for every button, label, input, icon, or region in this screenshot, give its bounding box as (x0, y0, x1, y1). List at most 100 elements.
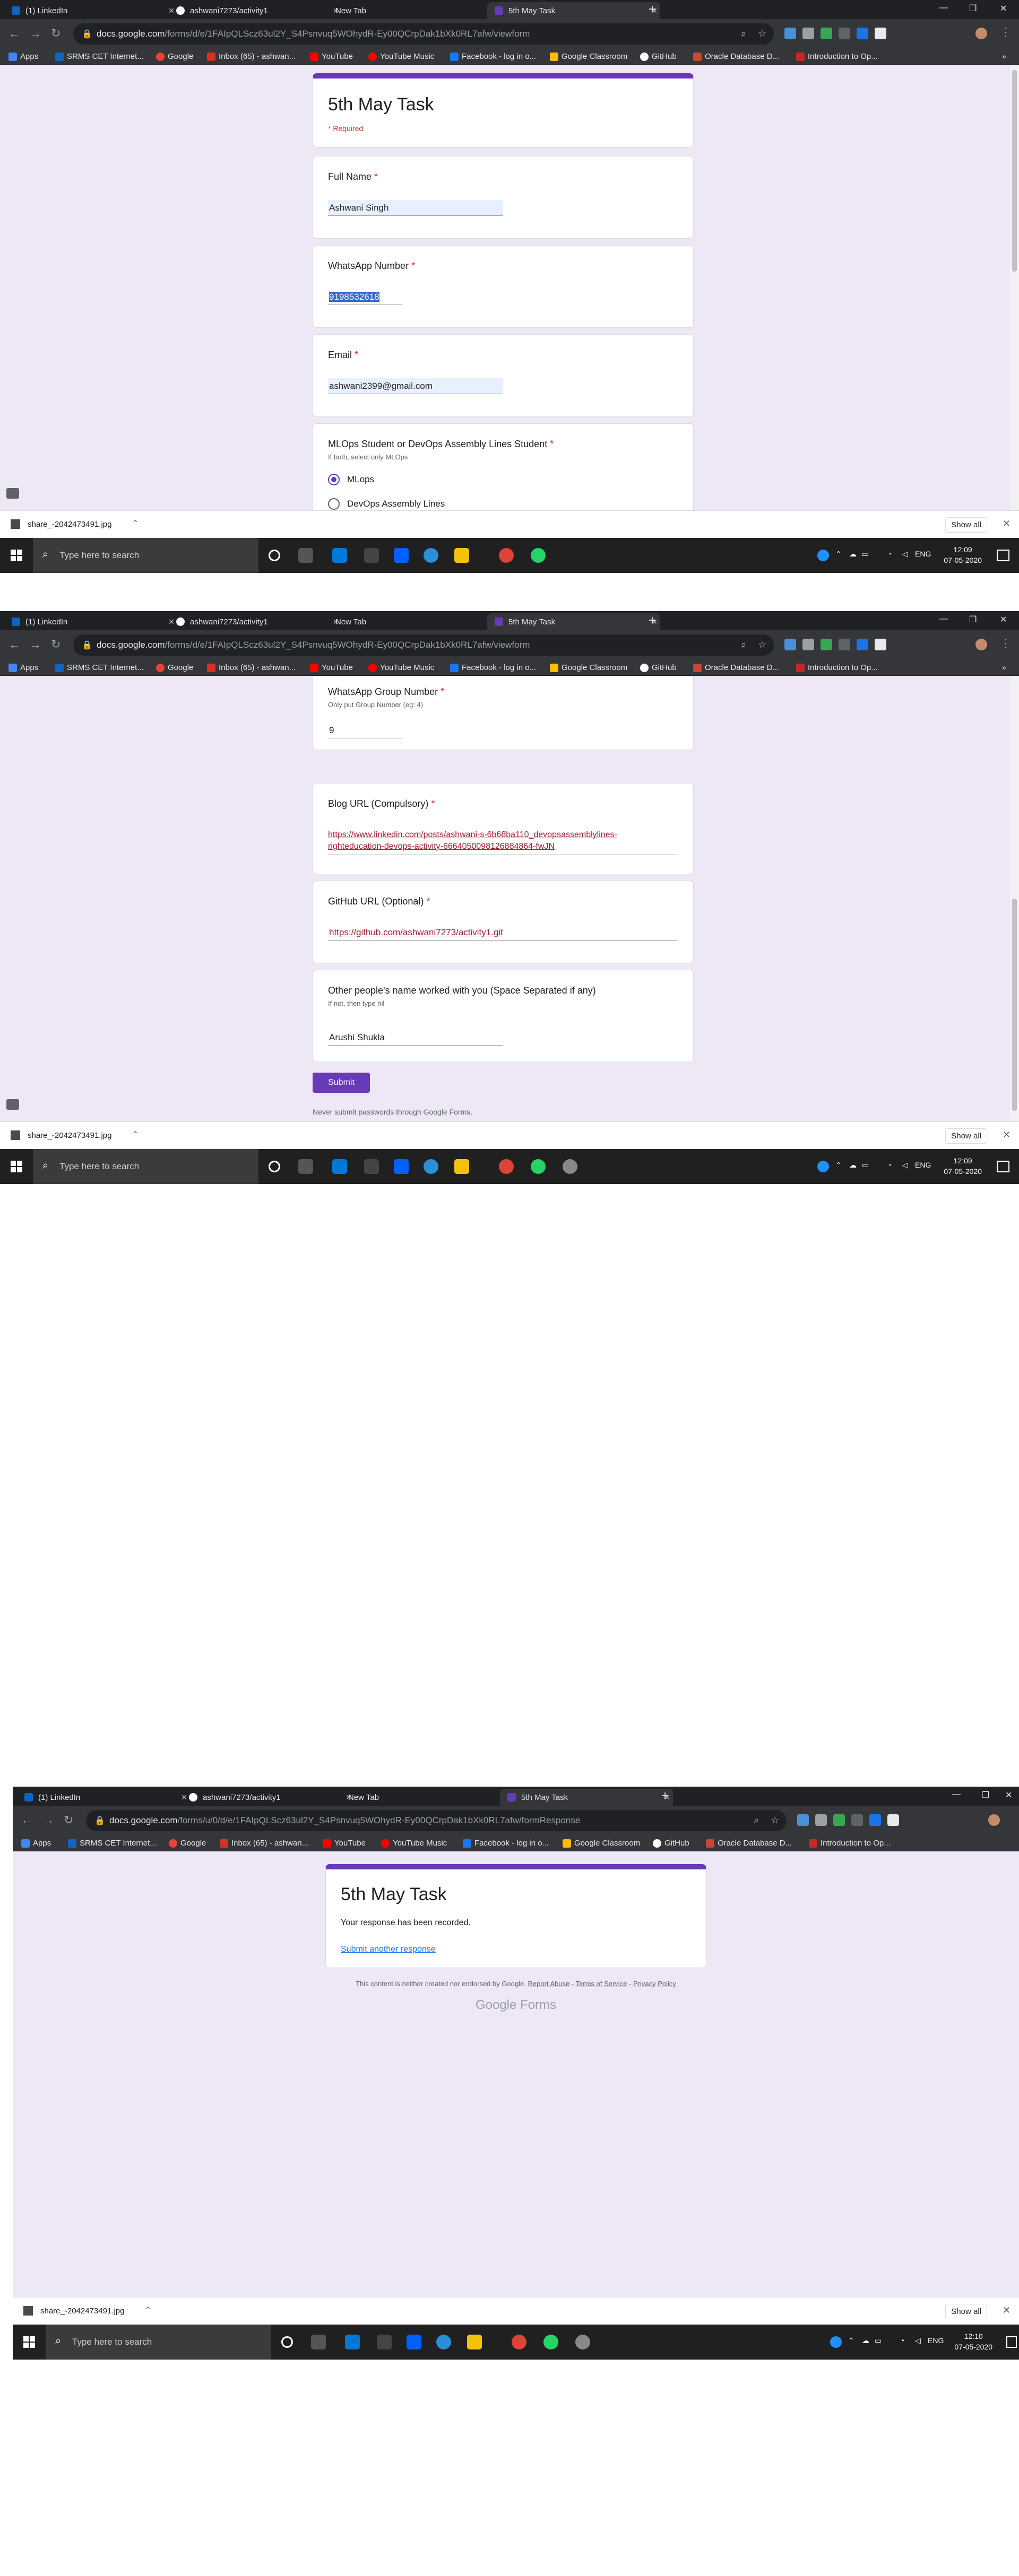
tab-github[interactable]: ashwani7273/activity1 ✕ (182, 1789, 355, 1806)
volume-icon[interactable]: ◁ (915, 2336, 921, 2345)
close-icon[interactable]: ✕ (1003, 518, 1011, 529)
address-bar[interactable]: 🔒 docs.google.com/forms/d/e/1FAIpQLScz63u… (73, 23, 774, 45)
star-icon[interactable]: ☆ (758, 639, 766, 650)
extension-icon[interactable] (784, 639, 796, 650)
bookmark-apps[interactable]: Apps (8, 663, 38, 672)
tray-chevron-icon[interactable]: ⌃ (835, 550, 842, 559)
mail-icon[interactable] (332, 548, 347, 563)
extension-icon[interactable] (875, 639, 886, 650)
bookmark-github[interactable]: GitHub (640, 52, 677, 61)
bookmark-google[interactable]: Google (156, 663, 193, 672)
minimize-icon[interactable]: — (952, 1790, 961, 1799)
menu-icon[interactable]: ⋮ (1000, 637, 1012, 650)
clock[interactable]: 12:09 07-05-2020 (944, 544, 982, 565)
bookmark-classroom[interactable]: Google Classroom (550, 663, 627, 672)
notifications-icon[interactable] (1006, 2336, 1017, 2348)
help-icon[interactable] (817, 550, 829, 561)
maximize-icon[interactable]: ❐ (969, 3, 977, 14)
group-number-input[interactable]: 9 (328, 723, 402, 738)
winamp-icon[interactable] (364, 1159, 379, 1174)
download-item[interactable]: share_-2042473491.jpg (11, 1130, 111, 1140)
edge-icon[interactable] (424, 1159, 438, 1174)
menu-icon[interactable]: ⋮ (1000, 25, 1012, 39)
mail-icon[interactable] (332, 1159, 347, 1174)
tray-chevron-icon[interactable]: ⌃ (835, 1161, 842, 1170)
window-close-icon[interactable]: ✕ (1000, 614, 1007, 625)
bookmark-intro[interactable]: Introduction to Op... (809, 1839, 891, 1848)
volume-icon[interactable]: ◁ (902, 1161, 908, 1170)
reload-icon[interactable]: ↻ (51, 638, 61, 651)
battery-icon[interactable]: ▭ (875, 2336, 882, 2345)
battery-icon[interactable]: ▭ (862, 550, 869, 559)
extension-icon[interactable] (839, 639, 850, 650)
taskbar-search[interactable]: ⌕ Type here to search (33, 1149, 258, 1184)
new-tab-button[interactable]: + (649, 3, 656, 16)
cortana-icon[interactable] (281, 2336, 293, 2348)
new-tab-button[interactable]: + (649, 614, 656, 627)
close-icon[interactable]: ✕ (1003, 1129, 1011, 1141)
bookmark-inbox[interactable]: Inbox (65) - ashwan... (207, 663, 296, 672)
blog-url-input[interactable]: https://www.linkedin.com/posts/ashwani-s… (328, 829, 678, 855)
minimize-icon[interactable]: — (939, 3, 948, 13)
chrome-icon[interactable] (499, 548, 514, 563)
privacy-link[interactable]: Privacy Policy (633, 1980, 676, 1988)
tab-linkedin[interactable]: (1) LinkedIn ✕ (4, 2, 177, 19)
extension-icon[interactable] (857, 639, 868, 650)
windows-start-icon[interactable] (11, 550, 22, 561)
back-icon[interactable]: ← (8, 27, 20, 40)
dropbox-icon[interactable] (394, 1159, 409, 1174)
language-indicator[interactable]: ENG (915, 1161, 931, 1169)
task-view-icon[interactable] (298, 1159, 313, 1174)
new-tab-button[interactable]: + (661, 1790, 669, 1803)
network-icon[interactable]: ☁ (849, 1161, 857, 1170)
file-explorer-icon[interactable] (454, 548, 469, 563)
edge-icon[interactable] (436, 2335, 451, 2349)
avatar[interactable] (975, 28, 987, 39)
bookmark-classroom[interactable]: Google Classroom (563, 1839, 640, 1848)
email-input[interactable]: ashwani2399@gmail.com (328, 378, 503, 394)
whatsapp-icon[interactable] (543, 2335, 558, 2349)
bookmark-oracle[interactable]: Oracle Database D... (693, 663, 779, 672)
star-icon[interactable]: ☆ (758, 28, 766, 39)
extension-icon[interactable] (887, 1814, 899, 1826)
bookmark-srms[interactable]: SRMS CET Internet... (55, 663, 144, 672)
chevron-up-icon[interactable]: ⌃ (144, 2305, 151, 2316)
bookmark-github[interactable]: GitHub (653, 1839, 689, 1848)
tab-new-tab[interactable]: New Tab✕ (328, 613, 501, 630)
notifications-icon[interactable] (997, 1161, 1009, 1172)
volume-icon[interactable]: ◁ (902, 550, 908, 559)
tab-new-tab[interactable]: New Tab✕ (341, 1789, 514, 1806)
extension-icon[interactable] (839, 28, 850, 39)
chevron-up-icon[interactable]: ⌃ (132, 1129, 139, 1140)
address-bar[interactable]: 🔒 docs.google.com/forms/u/0/d/e/1FAIpQLSc… (86, 1810, 787, 1831)
bookmark-google[interactable]: Google (169, 1839, 206, 1848)
bookmark-facebook[interactable]: Facebook - log in o... (463, 1839, 549, 1848)
bookmark-oracle[interactable]: Oracle Database D... (693, 52, 779, 61)
chrome-icon[interactable] (512, 2335, 526, 2349)
language-indicator[interactable]: ENG (928, 2336, 944, 2345)
bookmark-intro[interactable]: Introduction to Op... (796, 52, 878, 61)
extension-icon[interactable] (802, 639, 814, 650)
search-icon[interactable]: ⌕ (741, 639, 746, 650)
chrome-icon[interactable] (499, 1159, 514, 1174)
bookmark-youtube-music[interactable]: YouTube Music (368, 52, 434, 61)
tab-form[interactable]: 5th May Task ✕ (500, 1789, 673, 1806)
minimize-icon[interactable]: — (939, 614, 948, 624)
feedback-icon[interactable] (6, 1099, 19, 1110)
bookmark-youtube[interactable]: YouTube (323, 1839, 366, 1848)
chevron-up-icon[interactable]: ⌃ (132, 518, 139, 529)
bookmark-youtube[interactable]: YouTube (310, 663, 353, 672)
clock[interactable]: 12:09 07-05-2020 (944, 1155, 982, 1177)
terms-link[interactable]: Terms of Service (576, 1980, 627, 1988)
google-forms-logo[interactable]: Google Forms (325, 1998, 706, 2013)
wifi-icon[interactable]: ◔ (887, 550, 892, 558)
extension-icon[interactable] (797, 1814, 809, 1826)
extension-icon[interactable] (869, 1814, 881, 1826)
taskbar-search[interactable]: ⌕ Type here to search (46, 2325, 271, 2360)
tab-form[interactable]: 5th May Task ✕ (487, 2, 660, 19)
star-icon[interactable]: ☆ (771, 1815, 779, 1826)
clock[interactable]: 12:10 07-05-2020 (954, 2331, 992, 2352)
avatar[interactable] (975, 639, 987, 650)
network-icon[interactable]: ☁ (862, 2336, 869, 2345)
bookmark-oracle[interactable]: Oracle Database D... (706, 1839, 792, 1848)
